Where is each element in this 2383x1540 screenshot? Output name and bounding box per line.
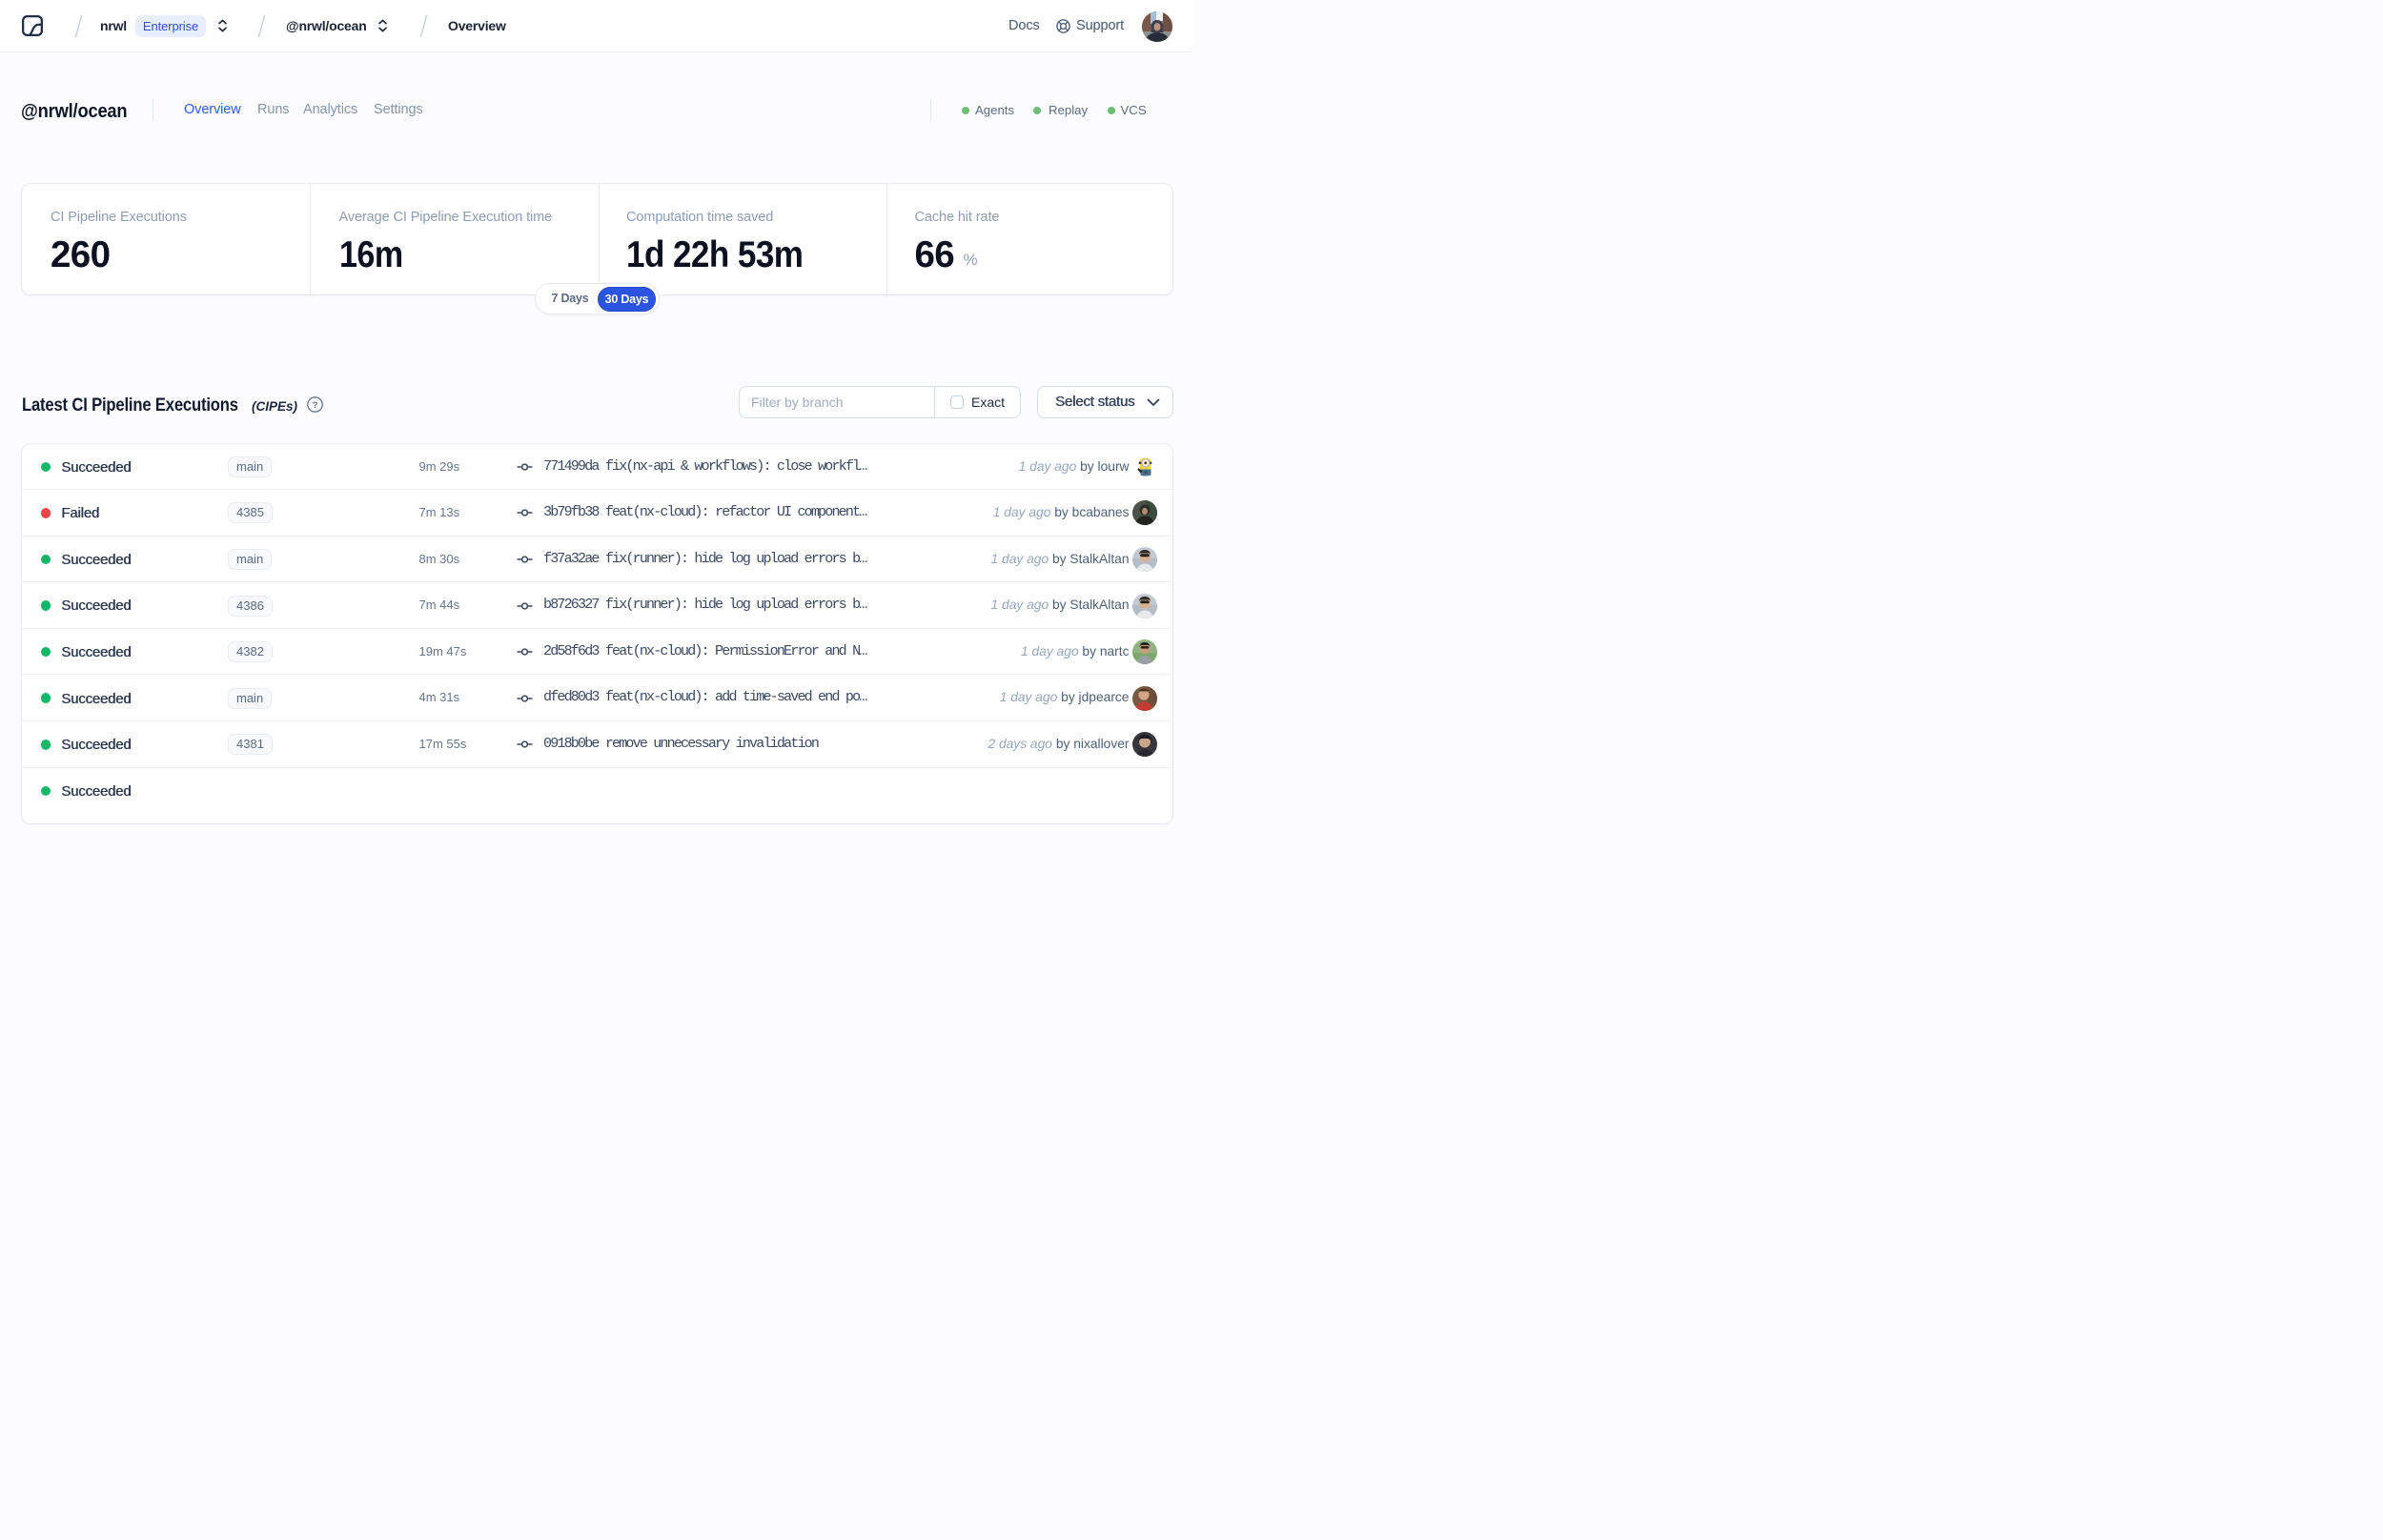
svg-text:?: ? [312, 399, 317, 410]
